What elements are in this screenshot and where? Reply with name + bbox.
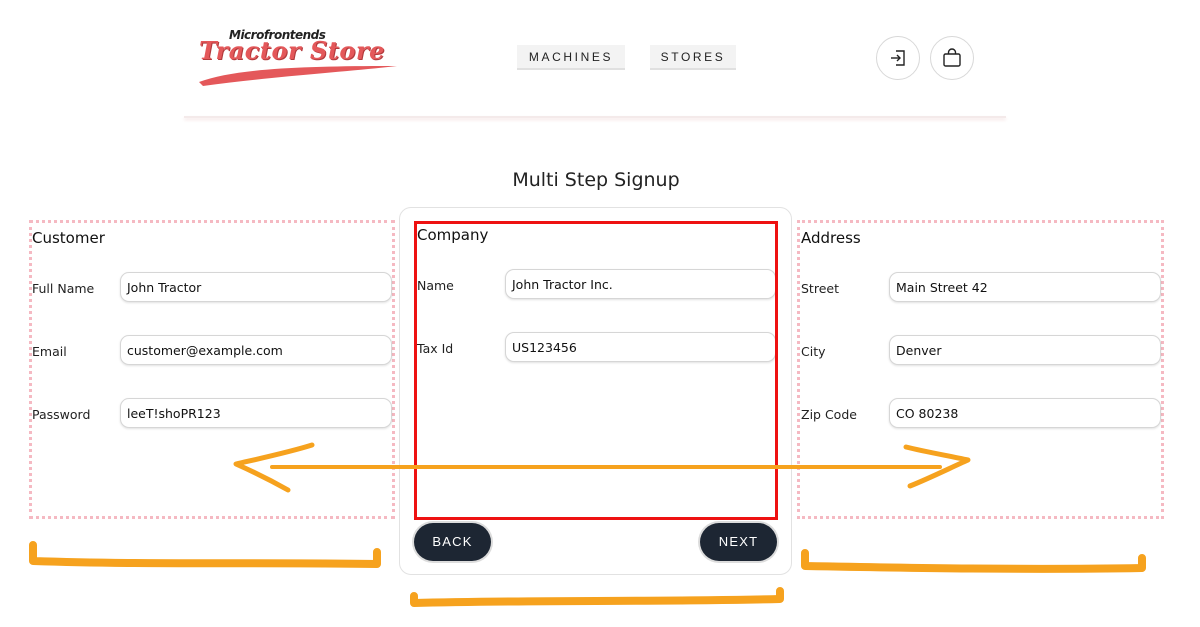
back-button[interactable]: BACK [414,523,491,561]
next-button[interactable]: NEXT [700,523,777,561]
address-title: Address [801,229,861,247]
annotation-customer-bracket [29,541,381,568]
street-input[interactable]: Main Street 42 [889,272,1161,302]
email-input[interactable]: customer@example.com [120,335,392,365]
nav-stores[interactable]: STORES [650,45,736,70]
street-label: Street [801,281,839,296]
page-title: Multi Step Signup [512,169,680,191]
login-icon [891,50,905,66]
cart-button[interactable] [930,36,974,80]
full-name-label: Full Name [32,281,95,296]
customer-title: Customer [32,229,105,247]
login-button[interactable] [876,36,920,80]
header-divider [184,116,1006,118]
shopping-bag-icon [943,48,961,67]
logo-swoosh [199,66,397,86]
tractor-store-logo[interactable]: Microfrontends Tractor Store [197,28,399,88]
annotation-address-bracket [801,549,1146,573]
city-input[interactable]: Denver [889,335,1161,365]
highlight-box [414,221,778,520]
password-label: Password [32,407,91,422]
nav-machines[interactable]: MACHINES [517,45,625,70]
email-label: Email [32,344,67,359]
zip-code-input[interactable]: CO 80238 [889,398,1161,428]
password-input[interactable]: leeT!shoPR123 [120,398,392,428]
customer-panel: Customer Full Name John Tractor Email cu… [29,220,395,519]
zip-code-label: Zip Code [801,407,857,422]
city-label: City [801,344,826,359]
annotation-company-bracket [410,587,784,607]
address-panel: Address Street Main Street 42 City Denve… [797,220,1164,519]
full-name-input[interactable]: John Tractor [120,272,392,302]
